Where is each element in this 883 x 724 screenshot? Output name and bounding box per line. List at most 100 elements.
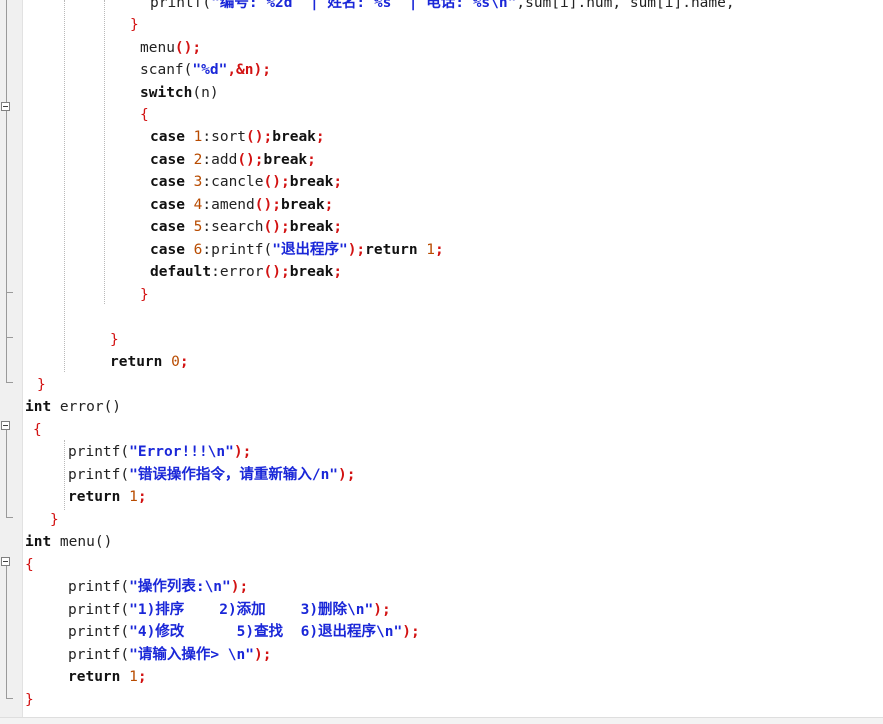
code-line: return 0; [110, 351, 189, 373]
code-editor[interactable]: printf("编号: %2d | 姓名: %s | 电话: %s\n",sum… [0, 0, 883, 724]
code-token: "错误操作指令，请重新输入/n" [129, 467, 339, 483]
code-token: break [289, 264, 334, 280]
code-token: ); [338, 467, 356, 483]
code-line: } [50, 509, 59, 531]
code-line: int error() [25, 396, 121, 418]
code-line: int menu() [25, 531, 112, 553]
code-token: return [68, 669, 130, 685]
code-line: } [140, 284, 149, 306]
code-token: break [272, 129, 316, 145]
code-token: } [37, 377, 46, 393]
code-token: { [25, 557, 34, 573]
code-token: "4)修改 5)查找 6)退出程序\n" [129, 624, 403, 640]
code-line: } [37, 374, 46, 396]
code-token: break [280, 197, 325, 213]
code-token: ; [324, 197, 334, 213]
code-token: ; [333, 264, 343, 280]
code-line: case 4:amend();break; [150, 194, 333, 216]
fold-gutter [0, 0, 23, 723]
code-token: } [50, 512, 59, 528]
code-line: printf("Error!!!\n"); [68, 441, 251, 463]
code-token: (); [237, 152, 264, 168]
code-token: ; [435, 242, 444, 258]
code-token: "%d" [192, 62, 228, 78]
code-token: printf( [150, 0, 212, 11]
code-token: :cancle [202, 174, 264, 190]
code-token: :amend [202, 197, 255, 213]
code-line: menu(); [140, 37, 201, 59]
code-token: int [25, 534, 60, 550]
code-line: } [130, 14, 139, 36]
code-token: ); [230, 579, 249, 595]
code-token: menu() [59, 534, 113, 550]
code-line: return 1; [68, 666, 147, 688]
code-token: break [289, 219, 334, 235]
fold-end-marker [6, 292, 13, 293]
code-token: "1)排序 2)添加 3)删除\n" [129, 602, 374, 618]
code-token: :printf( [202, 242, 273, 258]
code-token: } [25, 692, 34, 708]
code-token: menu [140, 40, 175, 56]
code-token: :error [211, 264, 264, 280]
code-token: ); [254, 647, 272, 663]
code-token: printf( [68, 467, 130, 483]
indent-guide [64, 440, 65, 510]
code-token: switch [140, 85, 193, 101]
code-token: ; [333, 219, 343, 235]
fold-line [6, 0, 7, 102]
code-line: } [110, 329, 119, 351]
code-token: "请输入操作> \n" [129, 647, 254, 663]
code-line: { [25, 554, 34, 576]
code-token: ); [347, 242, 366, 258]
fold-toggle-icon[interactable] [1, 102, 10, 111]
fold-toggle-icon[interactable] [1, 557, 10, 566]
fold-toggle-icon[interactable] [1, 421, 10, 430]
code-token: case [150, 152, 194, 168]
code-token: ); [233, 444, 252, 460]
code-token: case [150, 197, 194, 213]
code-token: return [68, 489, 130, 505]
code-token: printf( [68, 602, 130, 618]
code-token: scanf( [140, 62, 193, 78]
code-token: 1 [426, 242, 436, 258]
code-token: printf( [68, 444, 130, 460]
code-token: (n) [192, 85, 219, 101]
code-token: ; [137, 489, 147, 505]
code-token: ,&n); [227, 62, 271, 78]
code-token: case [150, 242, 194, 258]
code-token: case [150, 174, 194, 190]
code-token: { [140, 107, 149, 123]
code-token: } [140, 287, 149, 303]
code-line: printf("操作列表:\n"); [68, 576, 248, 598]
fold-end-marker [6, 698, 13, 699]
code-token: } [110, 332, 119, 348]
code-token: printf( [68, 647, 130, 663]
code-line: printf("错误操作指令，请重新输入/n"); [68, 464, 356, 486]
code-line: default:error();break; [150, 261, 342, 283]
code-token: 0 [171, 354, 180, 370]
code-token: { [33, 422, 42, 438]
code-line: printf("编号: %2d | 姓名: %s | 电话: %s\n",sum… [150, 0, 735, 14]
code-line: switch(n) [140, 82, 219, 104]
code-token: ); [402, 624, 420, 640]
code-token: :search [202, 219, 264, 235]
code-line: printf("4)修改 5)查找 6)退出程序\n"); [68, 621, 420, 643]
code-token: (); [263, 264, 290, 280]
code-token: (); [263, 219, 290, 235]
code-line: return 1; [68, 486, 147, 508]
code-token: "操作列表:\n" [129, 579, 231, 595]
code-token: ; [333, 174, 343, 190]
code-token: } [130, 17, 139, 33]
code-line: scanf("%d",&n); [140, 59, 271, 81]
code-token: error() [59, 399, 122, 415]
code-token: ); [373, 602, 391, 618]
fold-end-marker [6, 517, 13, 518]
code-token: return [365, 242, 427, 258]
code-token: 1 [129, 489, 138, 505]
code-line: case 3:cancle();break; [150, 171, 342, 193]
indent-guide [104, 0, 105, 304]
code-line: case 6:printf("退出程序");return 1; [150, 239, 444, 261]
code-token: :add [202, 152, 238, 168]
code-token: return [110, 354, 172, 370]
code-token: (); [254, 197, 281, 213]
